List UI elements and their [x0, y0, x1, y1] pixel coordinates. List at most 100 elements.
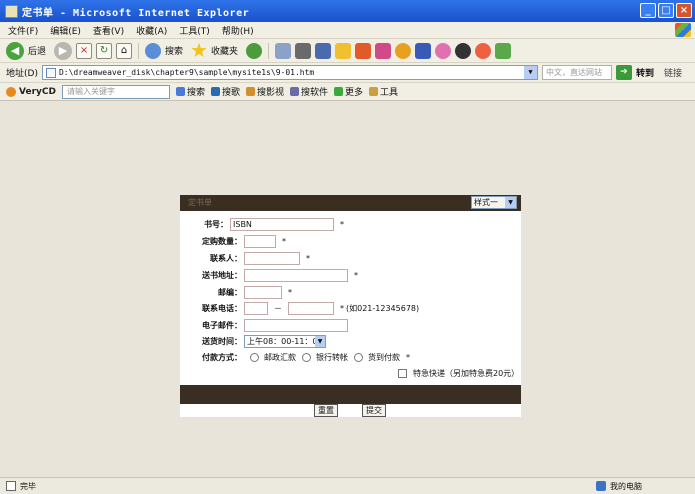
payment-label: 付款方式：	[202, 352, 242, 362]
phone-area-code-field[interactable]	[244, 301, 268, 315]
phone-number-field[interactable]	[288, 301, 334, 315]
phone-label: 联系电话：	[202, 303, 242, 313]
forward-arrow-icon[interactable]: ▶	[54, 41, 73, 60]
verycd-toolbar: VeryCD 请输入关键字 搜索 搜歌 搜影视 搜软件 更多 工具	[0, 83, 695, 101]
mail-icon[interactable]	[275, 42, 292, 59]
folder-icon[interactable]	[335, 42, 352, 59]
isbn-label: 书号：	[204, 219, 228, 229]
address-dropdown-icon[interactable]: ▼	[523, 66, 537, 79]
page-icon	[45, 67, 56, 78]
payment-radio-postal[interactable]	[250, 352, 259, 362]
address-search-input[interactable]: 中文，直达网站	[541, 65, 612, 80]
verycd-search-button[interactable]: 搜索	[175, 85, 205, 98]
form-header-caption: 定书单	[188, 198, 212, 207]
contact-field[interactable]	[244, 251, 300, 265]
menu-view[interactable]: 查看(V)	[93, 24, 124, 37]
stop-icon[interactable]: ×	[76, 42, 93, 59]
submit-button[interactable]: 提交	[362, 404, 386, 417]
express-label[interactable]: 特急快递（另加特急费20元）	[413, 368, 519, 379]
search-button-label[interactable]: 搜索	[165, 44, 183, 57]
emoticon-icon[interactable]	[395, 42, 412, 59]
phone-format-hint: (如021-12345678)	[346, 303, 420, 313]
verycd-software-label: 搜软件	[301, 88, 329, 98]
zip-label: 邮编：	[218, 287, 242, 297]
verycd-brand-label: VeryCD	[19, 86, 56, 97]
menu-edit[interactable]: 编辑(E)	[50, 24, 81, 37]
verycd-software-button[interactable]: 搜软件	[290, 85, 328, 98]
delivery-address-field[interactable]	[244, 268, 348, 282]
isbn-field[interactable]: ISBN	[230, 217, 334, 231]
style-select[interactable]: 样式一 ▼	[471, 196, 517, 209]
zip-field[interactable]	[244, 285, 282, 299]
go-arrow-icon[interactable]: ➔	[615, 65, 632, 80]
refresh-icon[interactable]: ↻	[96, 42, 113, 59]
flower-icon[interactable]	[435, 42, 452, 59]
qq-penguin-icon[interactable]	[455, 42, 472, 59]
quantity-label: 定购数量：	[202, 236, 242, 246]
back-button-label[interactable]: 后退	[28, 44, 46, 57]
verycd-tools-button[interactable]: 工具	[369, 85, 398, 98]
verycd-search-input[interactable]: 请输入关键字	[61, 84, 170, 99]
express-checkbox[interactable]	[398, 368, 407, 378]
plugin-icon[interactable]	[495, 42, 512, 59]
email-row: 电子邮件：	[180, 318, 348, 332]
menu-file[interactable]: 文件(F)	[8, 24, 38, 37]
smiley-icon[interactable]	[475, 42, 492, 59]
delivery-address-label: 送书地址：	[202, 270, 242, 280]
menu-favorites[interactable]: 收藏(A)	[136, 24, 167, 37]
print-icon[interactable]	[295, 42, 312, 59]
minimize-button[interactable]: _	[640, 3, 656, 18]
back-arrow-icon[interactable]: ◀	[6, 41, 24, 60]
payment-row: 付款方式： 邮政汇款 银行转帐 货到付款 *	[180, 350, 410, 364]
favorites-button-label[interactable]: 收藏夹	[211, 44, 238, 57]
chevron-down-icon: ▼	[505, 197, 516, 208]
quantity-field[interactable]	[244, 234, 276, 248]
quantity-row: 定购数量： *	[180, 234, 286, 248]
reset-button[interactable]: 重置	[314, 404, 338, 417]
standard-toolbar: ◀ 后退 ▶ × ↻ ⌂ 搜索 收藏夹	[0, 39, 695, 63]
media-icon[interactable]	[355, 42, 372, 59]
contact-row: 联系人： *	[180, 251, 310, 265]
payment-option-cod[interactable]: 货到付款	[368, 352, 400, 363]
delivery-time-select[interactable]: 上午08：00-11：00 ▼	[244, 334, 326, 348]
search-icon[interactable]	[145, 42, 162, 59]
order-form: 定书单 样式一 ▼ 书号： ISBN * 定购数量： * 联系人： * 送书地址…	[180, 195, 521, 417]
maximize-button[interactable]: □	[658, 3, 674, 18]
close-button[interactable]: ×	[676, 3, 692, 18]
payment-radio-cod[interactable]	[354, 352, 363, 362]
required-mark: *	[288, 287, 292, 297]
verycd-more-button[interactable]: 更多	[334, 85, 363, 98]
verycd-brand[interactable]: VeryCD	[6, 86, 56, 97]
go-button[interactable]: 转到	[636, 66, 654, 79]
form-footer	[180, 385, 521, 404]
page-done-icon	[6, 481, 16, 491]
address-input[interactable]: D:\dreamweaver_disk\chapter9\sample\mysi…	[41, 65, 538, 80]
payment-radio-bank[interactable]	[302, 352, 311, 362]
messenger-icon[interactable]	[375, 42, 392, 59]
status-bar: 完毕 我的电脑	[0, 477, 695, 494]
window-title: 定书单 - Microsoft Internet Explorer	[22, 7, 250, 19]
verycd-search-label: 搜索	[186, 88, 205, 98]
security-zone-label: 我的电脑	[610, 481, 642, 491]
verycd-logo-icon	[6, 86, 16, 97]
payment-option-bank[interactable]: 银行转帐	[316, 352, 348, 363]
verycd-music-button[interactable]: 搜歌	[210, 85, 240, 98]
email-field[interactable]	[244, 318, 348, 332]
menu-help[interactable]: 帮助(H)	[222, 24, 254, 37]
research-icon[interactable]	[415, 42, 432, 59]
history-icon[interactable]	[246, 42, 263, 59]
phone-separator: －	[274, 303, 282, 313]
express-row: 特急快递（另加特急费20元）	[398, 366, 519, 380]
favorites-star-icon[interactable]	[191, 42, 207, 58]
windows-flag-icon	[675, 23, 691, 37]
verycd-more-label: 更多	[345, 88, 364, 98]
menu-tools[interactable]: 工具(T)	[179, 24, 210, 37]
ie-app-icon	[5, 4, 18, 18]
required-mark: *	[340, 303, 344, 313]
edit-icon[interactable]	[315, 42, 332, 59]
links-button[interactable]: 链接	[664, 66, 682, 79]
verycd-video-button[interactable]: 搜影视	[246, 85, 284, 98]
window-controls: _ □ ×	[640, 3, 692, 18]
payment-option-postal[interactable]: 邮政汇款	[264, 352, 296, 363]
home-icon[interactable]: ⌂	[116, 42, 133, 59]
